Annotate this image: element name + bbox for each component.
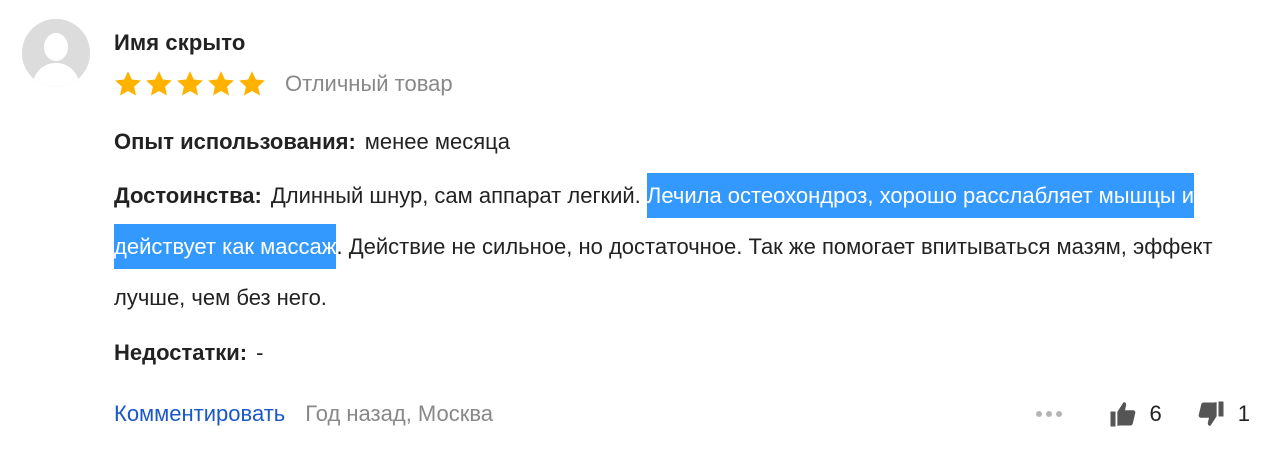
author-name: Имя скрыто (114, 30, 246, 55)
star-icon (113, 69, 143, 99)
review-meta: Год назад, Москва (305, 401, 494, 426)
pros-text-before: Длинный шнур, сам аппарат легкий. (270, 183, 641, 208)
pros-label: Достоинства: (114, 183, 262, 208)
review-actions: 6 1 (1034, 398, 1250, 430)
dislike-button[interactable]: 1 (1196, 399, 1250, 429)
dislike-count: 1 (1237, 401, 1250, 426)
avatar (22, 19, 90, 87)
rating-label: Отличный товар (285, 71, 453, 96)
review-footer: Комментировать Год назад, Москва (114, 398, 493, 430)
rating-row: Отличный товар (113, 67, 453, 101)
star-icon (206, 69, 236, 99)
pros-field: Достоинства: Длинный шнур, сам аппарат ле… (114, 170, 1244, 323)
like-button[interactable]: 6 (1108, 399, 1162, 429)
experience-value: менее месяца (364, 129, 510, 154)
user-silhouette-icon (22, 19, 90, 87)
comment-link[interactable]: Комментировать (114, 401, 285, 427)
thumbs-down-icon (1198, 401, 1224, 426)
thumbs-up-icon (1110, 402, 1135, 427)
star-icon (237, 69, 267, 99)
experience-label: Опыт использования: (114, 129, 356, 154)
cons-value: - (256, 340, 264, 365)
cons-field: Недостатки: - (114, 340, 263, 366)
experience-field: Опыт использования: менее месяца (114, 129, 510, 155)
star-icon (175, 69, 205, 99)
cons-label: Недостатки: (114, 340, 248, 365)
star-rating (113, 69, 268, 99)
more-dots-icon[interactable] (1034, 411, 1064, 417)
like-count: 6 (1149, 401, 1162, 426)
star-icon (144, 69, 174, 99)
